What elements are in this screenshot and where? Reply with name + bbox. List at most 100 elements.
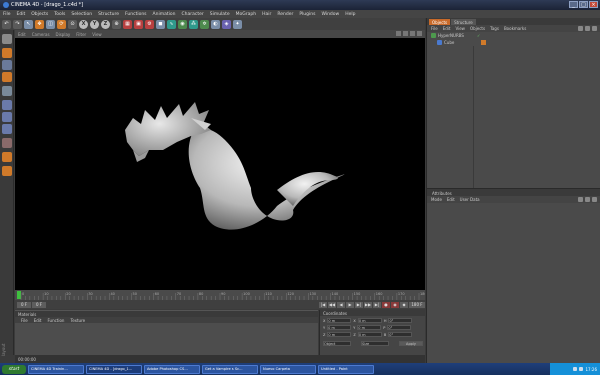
position-z-field[interactable]: 0 m [327,332,352,337]
menu-edit[interactable]: Edit [17,12,26,17]
task-button[interactable]: Untitled - Paint [318,364,374,374]
size-y-field[interactable]: 0 m [357,325,382,330]
viewport-menu-display[interactable]: Display [56,32,71,37]
maximize-view-icon[interactable] [417,31,422,36]
orbit-icon[interactable] [410,31,415,36]
object-list[interactable]: HyperNURBS ✓ Cube [427,32,600,188]
object-name[interactable]: Cube [444,40,454,45]
points-mode-icon[interactable] [2,100,12,110]
sculpt-icon[interactable] [2,166,12,176]
go-to-end-icon[interactable]: ▶| [373,301,381,308]
om-menu-objects[interactable]: Objects [470,26,485,31]
apply-button[interactable]: Apply [399,341,423,346]
menu-render[interactable]: Render [277,12,293,17]
task-button[interactable]: CINEMA 4D Trainin... [28,364,84,374]
object-row-cube[interactable]: Cube [427,39,600,46]
array-icon[interactable]: ⁂ [189,19,198,29]
3d-viewport[interactable] [15,38,425,290]
end-frame-field[interactable]: 180 F [409,301,425,308]
undo-icon[interactable]: ↶ [2,19,11,29]
menu-tools[interactable]: Tools [54,12,65,17]
home-icon[interactable] [592,26,597,31]
task-button[interactable]: CINEMA 4D - [drago_1... [86,364,142,374]
coord-mode-select[interactable]: Object [323,341,351,346]
tray-icon[interactable] [579,367,584,371]
materials-menu-edit[interactable]: Edit [34,318,42,323]
rotation-h-field[interactable]: 0° [388,318,413,323]
viewport-menu-cameras[interactable]: Cameras [32,32,50,37]
current-frame-field[interactable]: 0 F [32,301,46,308]
render-settings-icon[interactable]: ⚙ [145,19,154,29]
camera-icon[interactable]: ◈ [222,19,231,29]
pan-icon[interactable] [396,31,401,36]
om-menu-bookmarks[interactable]: Bookmarks [504,26,526,31]
menu-file[interactable]: File [3,12,11,17]
menu-simulate[interactable]: Simulate [210,12,230,17]
filter-icon[interactable] [585,26,590,31]
task-button[interactable]: Get a Vampire s Sc... [202,364,258,374]
next-key-icon[interactable]: ▶▶ [364,301,372,308]
object-mode-icon[interactable] [2,60,12,70]
menu-selection[interactable]: Selection [71,12,92,17]
object-row-hypernurbs[interactable]: HyperNURBS ✓ [427,32,600,39]
visible-check-icon[interactable]: ✓ [477,33,480,38]
make-editable-icon[interactable] [2,34,12,44]
materials-area[interactable] [15,323,318,355]
clock[interactable]: 17:26 [585,367,597,372]
materials-menu-texture[interactable]: Texture [70,318,85,323]
start-frame-field[interactable]: 0 F [17,301,31,308]
timeline-ruler[interactable]: 0 10 20 30 40 50 60 70 80 90 100 110 120 130 140 150 160… [15,290,427,300]
search-icon[interactable] [578,26,583,31]
workplane-icon[interactable] [2,86,12,96]
light-icon[interactable]: ✦ [233,19,242,29]
attr-menu-mode[interactable]: Mode [431,197,442,202]
attributes-area[interactable] [427,203,600,363]
x-axis-lock-icon[interactable]: X [79,19,88,29]
menu-animation[interactable]: Animation [153,12,176,17]
menu-plugins[interactable]: Plugins [299,12,315,17]
menu-mograph[interactable]: MoGraph [236,12,256,17]
record-icon[interactable]: ● [382,301,390,308]
polygons-mode-icon[interactable] [2,124,12,134]
position-x-field[interactable]: 0 m [327,318,352,323]
move-icon[interactable]: ✥ [35,19,44,29]
play-icon[interactable]: ▶ [346,301,354,308]
menu-hair[interactable]: Hair [262,12,271,17]
minimize-button[interactable]: _ [569,1,578,8]
back-icon[interactable] [578,197,583,202]
z-axis-lock-icon[interactable]: Z [101,19,110,29]
menu-objects[interactable]: Objects [31,12,48,17]
autokey-icon[interactable]: ◉ [391,301,399,308]
viewport-menu-view[interactable]: View [92,32,102,37]
close-button[interactable]: × [589,1,598,8]
texture-mode-icon[interactable] [2,72,12,82]
redo-icon[interactable]: ↷ [13,19,22,29]
size-x-field[interactable]: 0 m [357,318,382,323]
om-menu-file[interactable]: File [431,26,438,31]
environment-icon[interactable]: ◐ [211,19,220,29]
render-picture-viewer-icon[interactable]: ▣ [134,19,143,29]
position-y-field[interactable]: 0 m [327,325,352,330]
om-menu-edit[interactable]: Edit [443,26,451,31]
task-button[interactable]: Adobe Photoshop CS... [144,364,200,374]
viewport-menu-edit[interactable]: Edit [18,32,26,37]
tweak-mode-icon[interactable] [2,138,12,148]
tab-objects[interactable]: Objects [429,19,451,25]
rotation-p-field[interactable]: 0° [387,325,412,330]
keyframe-icon[interactable]: ◆ [400,301,408,308]
playhead[interactable] [17,291,21,299]
attr-menu-user-data[interactable]: User Data [460,197,480,202]
zoom-icon[interactable] [403,31,408,36]
menu-help[interactable]: Help [345,12,355,17]
om-menu-view[interactable]: View [455,26,465,31]
coord-size-select[interactable]: Size [361,341,389,346]
forward-icon[interactable] [585,197,590,202]
edges-mode-icon[interactable] [2,112,12,122]
nurbs-icon[interactable]: ◉ [178,19,187,29]
next-frame-icon[interactable]: ▶| [355,301,363,308]
task-button[interactable]: Nuevo Carpeta [260,364,316,374]
last-tool-icon[interactable]: ⊙ [68,19,77,29]
scale-icon[interactable]: ◫ [46,19,55,29]
coordinate-system-icon[interactable]: ⊕ [112,19,121,29]
model-mode-icon[interactable] [2,48,12,58]
